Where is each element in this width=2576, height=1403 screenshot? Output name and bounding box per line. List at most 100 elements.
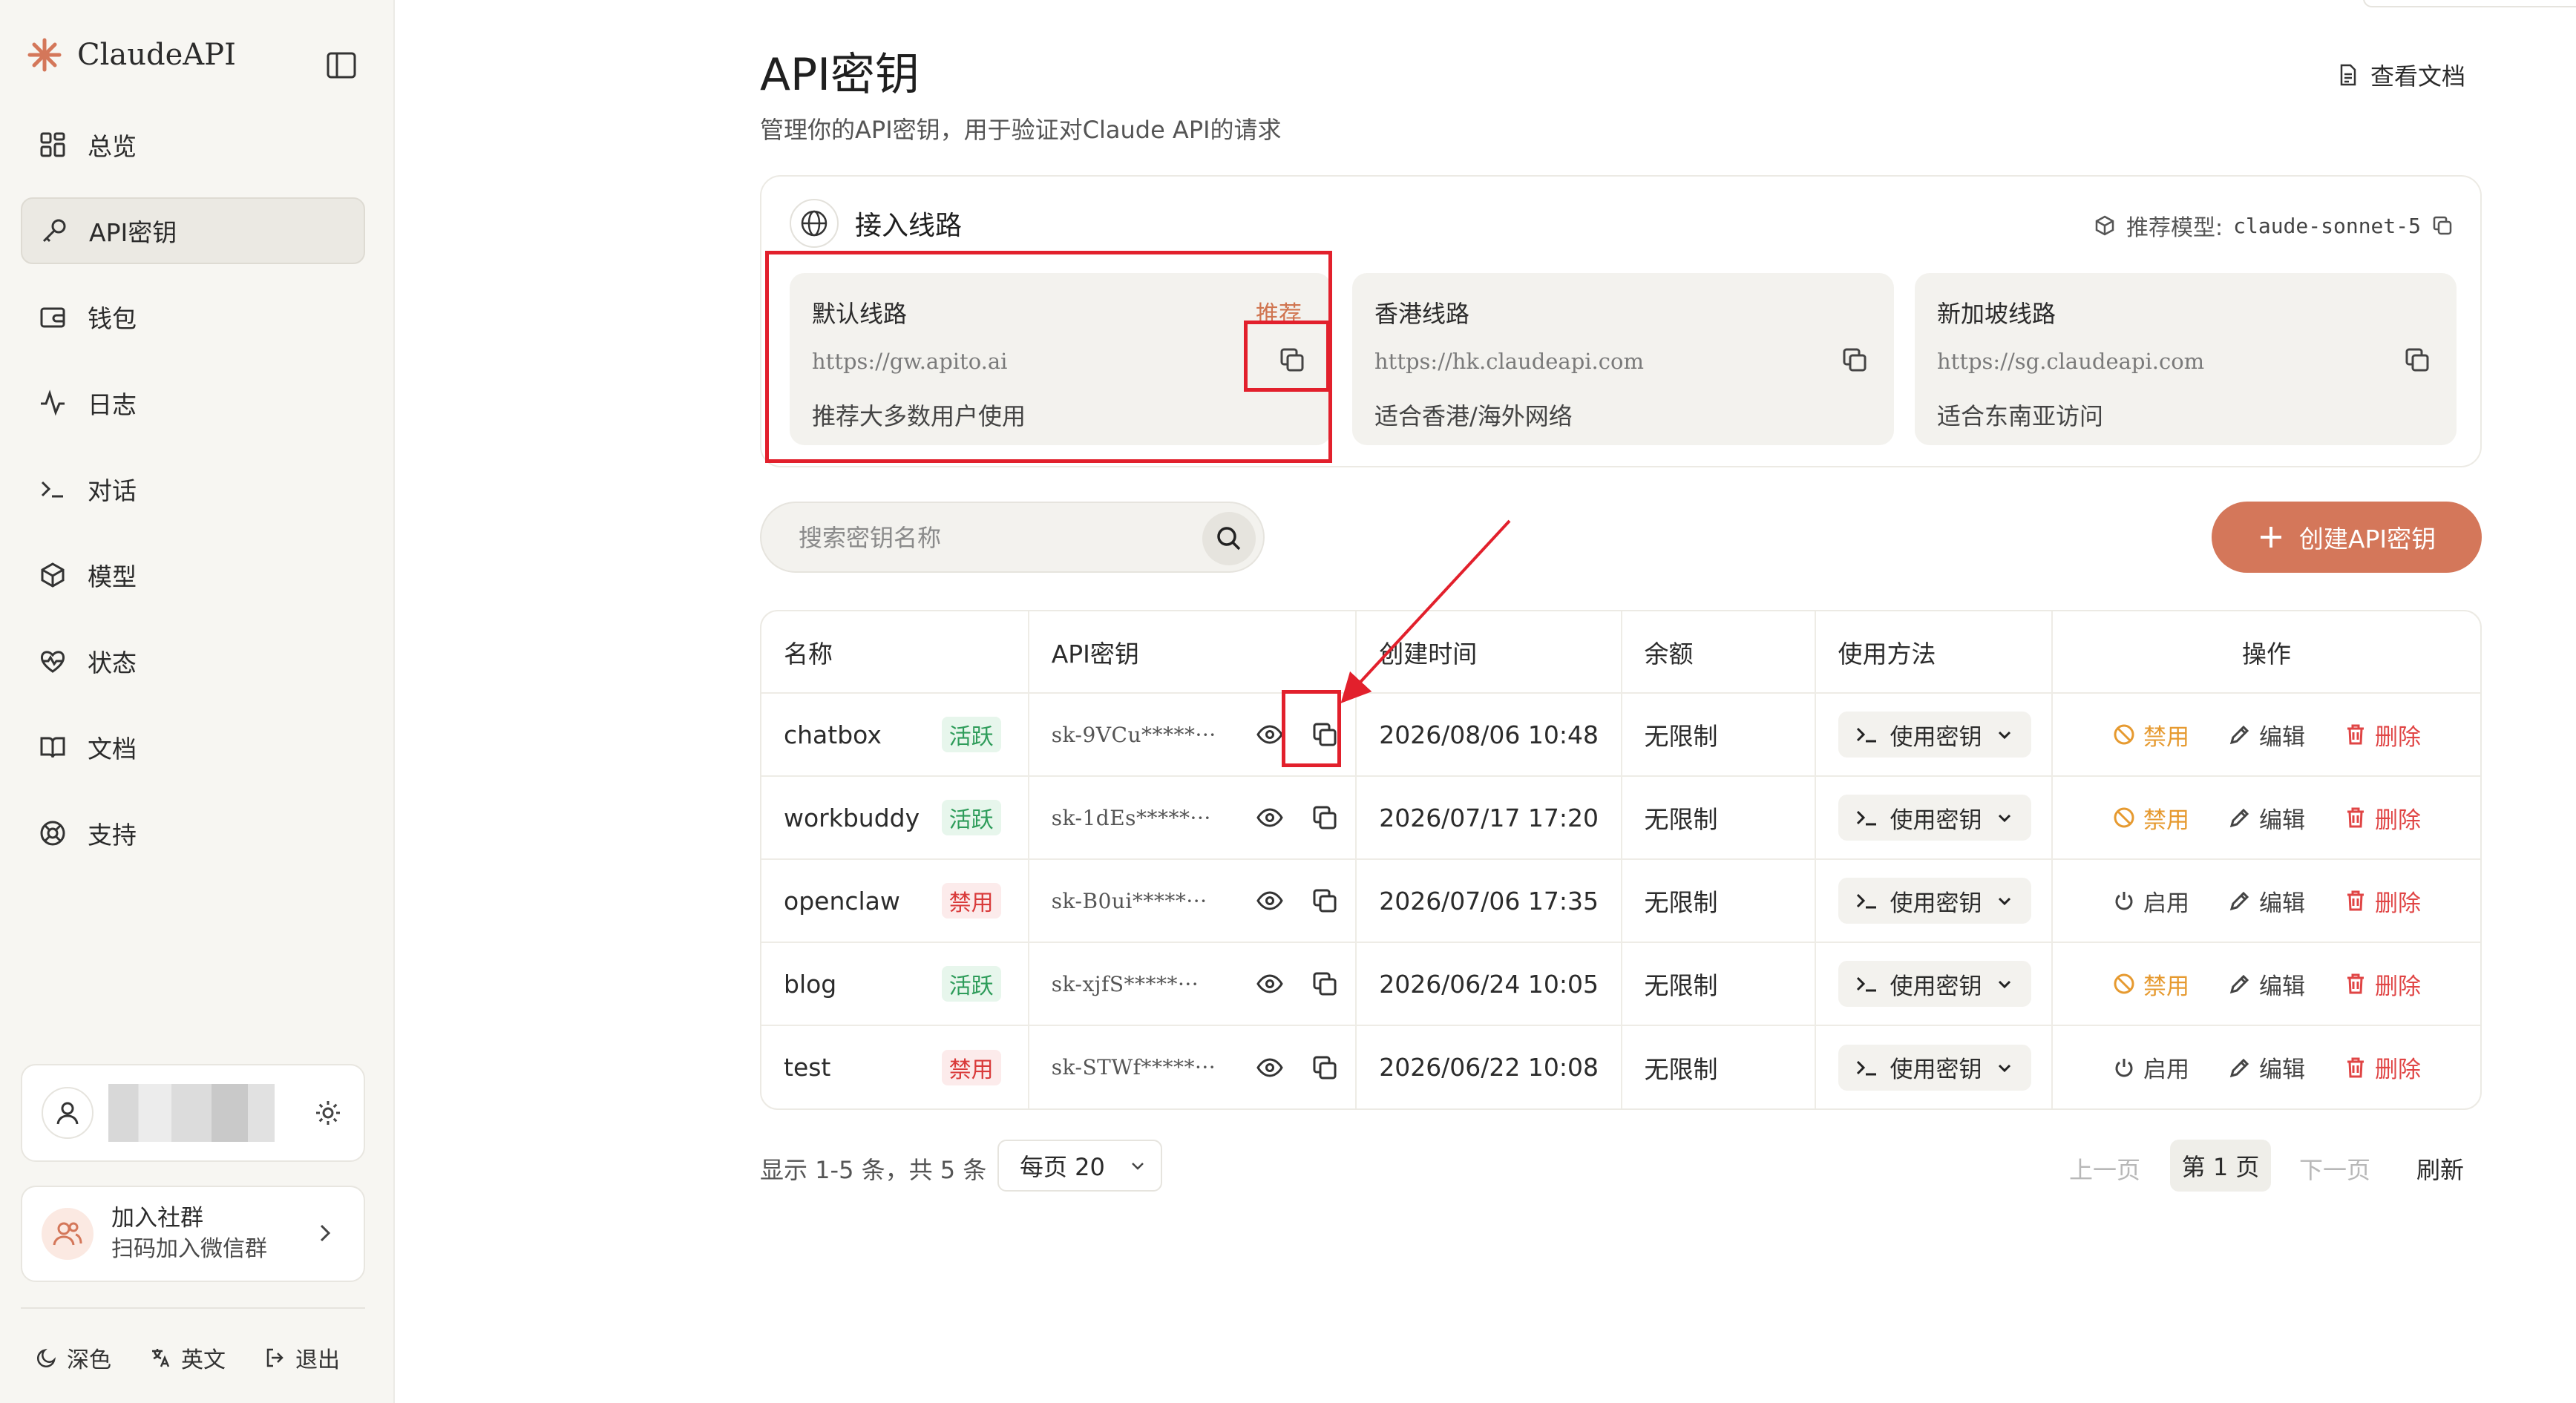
sidebar-toggle-icon[interactable] <box>325 49 358 82</box>
edit-button[interactable]: 编辑 <box>2228 801 2305 835</box>
delete-button[interactable]: 删除 <box>2344 718 2421 752</box>
route-tile-sg[interactable]: 新加坡线路 https://sg.claudeapi.com 适合东南亚访问 <box>1915 273 2457 445</box>
sidebar-item-label: API密钥 <box>89 218 177 247</box>
delete-button[interactable]: 删除 <box>2344 801 2421 835</box>
search-box <box>760 502 1265 573</box>
copy-icon[interactable] <box>1311 970 1339 998</box>
language-toggle[interactable]: 英文 <box>150 1341 226 1374</box>
routes-title: 接入线路 <box>855 211 963 241</box>
edit-label: 编辑 <box>2258 1057 2305 1083</box>
table-row: chatbox 活跃 sk-9VCu*****··· 2026/08/06 10… <box>761 693 2480 777</box>
power-icon <box>2112 1056 2136 1080</box>
sidebar-item-api-keys[interactable]: API密钥 <box>21 197 365 264</box>
edit-button[interactable]: 编辑 <box>2228 884 2305 918</box>
copy-icon[interactable] <box>2403 346 2431 374</box>
next-page-button[interactable]: 下一页 <box>2299 1151 2370 1186</box>
user-card[interactable] <box>21 1064 365 1162</box>
delete-label: 删除 <box>2374 973 2421 1000</box>
use-key-dropdown[interactable]: 使用密钥 <box>1838 878 2031 924</box>
join-community-card[interactable]: 加入社群 扫码加入微信群 <box>21 1186 365 1282</box>
use-key-label: 使用密钥 <box>1890 973 1982 1000</box>
copy-icon[interactable] <box>1311 804 1339 832</box>
app-name: ClaudeAPI <box>77 38 236 72</box>
sidebar-item-support[interactable]: 支持 <box>21 800 365 867</box>
eye-icon[interactable] <box>1256 970 1284 998</box>
sidebar-item-wallet[interactable]: 钱包 <box>21 283 365 350</box>
cell-actions: 启用 编辑 删除 <box>2051 859 2480 943</box>
disable-button[interactable]: 禁用 <box>2112 718 2189 752</box>
table-row: blog 活跃 sk-xjfS*****··· 2026/06/24 10:05… <box>761 942 2480 1026</box>
copy-icon[interactable] <box>1311 887 1339 915</box>
cell-key: sk-B0ui*****··· <box>1028 859 1357 943</box>
use-key-label: 使用密钥 <box>1890 890 1982 917</box>
logout-button[interactable]: 退出 <box>264 1341 340 1374</box>
cell-actions: 启用 编辑 删除 <box>2052 1025 2480 1108</box>
cell-actions: 禁用 编辑 删除 <box>2051 942 2480 1026</box>
cell-created: 2026/08/06 10:48 <box>1356 693 1622 777</box>
copy-icon[interactable] <box>1311 1054 1339 1082</box>
copy-icon[interactable] <box>1841 346 1869 374</box>
search-input[interactable] <box>799 519 1184 556</box>
delete-button[interactable]: 删除 <box>2344 884 2421 918</box>
sidebar-item-docs[interactable]: 文档 <box>21 714 365 781</box>
app-logo[interactable]: ClaudeAPI <box>27 37 236 73</box>
copy-icon[interactable] <box>1278 346 1306 374</box>
page-size-select[interactable]: 每页 20 <box>997 1140 1162 1192</box>
sidebar-item-logs[interactable]: 日志 <box>21 369 365 436</box>
edit-button[interactable]: 编辑 <box>2228 718 2305 752</box>
create-api-key-button[interactable]: 创建API密钥 <box>2212 502 2482 573</box>
use-key-dropdown[interactable]: 使用密钥 <box>1838 1044 2031 1091</box>
enable-button[interactable]: 启用 <box>2112 884 2189 918</box>
enable-button[interactable]: 启用 <box>2112 1051 2189 1084</box>
theme-toggle[interactable]: 深色 <box>36 1341 111 1374</box>
ban-icon <box>2112 723 2136 746</box>
refresh-button[interactable]: 刷新 <box>2416 1151 2464 1186</box>
route-tile-default[interactable]: 默认线路 推荐 https://gw.apito.ai 推荐大多数用户使用 <box>790 273 1331 445</box>
sidebar-item-status[interactable]: 状态 <box>21 628 365 694</box>
translate-icon <box>150 1347 172 1369</box>
masked-api-key: sk-B0ui*****··· <box>1051 888 1207 913</box>
sidebar-item-chat[interactable]: 对话 <box>21 456 365 522</box>
eye-icon[interactable] <box>1256 720 1284 749</box>
delete-button[interactable]: 删除 <box>2344 1051 2421 1084</box>
route-tile-hk[interactable]: 香港线路 https://hk.claudeapi.com 适合香港/海外网络 <box>1352 273 1894 445</box>
sidebar-item-label: 钱包 <box>88 304 137 333</box>
cell-balance: 无限制 <box>1621 1025 1816 1108</box>
sidebar-item-overview[interactable]: 总览 <box>21 111 365 178</box>
terminal-icon <box>1855 1056 1878 1080</box>
cell-usage: 使用密钥 <box>1815 776 2053 860</box>
cell-name: openclaw 禁用 <box>761 859 1029 943</box>
copy-icon[interactable] <box>1311 720 1339 749</box>
prev-page-button[interactable]: 上一页 <box>2069 1151 2140 1186</box>
table-header-row: 名称 API密钥 创建时间 余额 使用方法 操作 <box>761 611 2480 694</box>
use-key-dropdown[interactable]: 使用密钥 <box>1838 712 2031 758</box>
sidebar-item-models[interactable]: 模型 <box>21 542 365 608</box>
edit-button[interactable]: 编辑 <box>2228 1051 2305 1084</box>
use-key-label: 使用密钥 <box>1890 723 1982 751</box>
trash-icon <box>2344 972 2367 996</box>
edit-button[interactable]: 编辑 <box>2228 967 2305 1001</box>
use-key-dropdown[interactable]: 使用密钥 <box>1838 961 2031 1007</box>
copy-icon[interactable] <box>2431 214 2454 237</box>
page-subtitle: 管理你的API密钥，用于验证对Claude API的请求 <box>760 116 1282 144</box>
view-docs-button[interactable]: 查看文档 <box>2336 58 2465 92</box>
eye-icon[interactable] <box>1256 887 1284 915</box>
cell-key: sk-9VCu*****··· <box>1028 693 1357 777</box>
sidebar-item-label: 支持 <box>88 821 137 850</box>
delete-button[interactable]: 删除 <box>2344 967 2421 1001</box>
search-button[interactable] <box>1202 512 1256 565</box>
eye-icon[interactable] <box>1256 1054 1284 1082</box>
gear-icon[interactable] <box>313 1098 343 1128</box>
main-content: API密钥 管理你的API密钥，用于验证对Claude API的请求 查看文档 … <box>395 0 2576 1403</box>
status-badge: 活跃 <box>941 966 1001 1002</box>
table-row: openclaw 禁用 sk-B0ui*****··· 2026/07/06 1… <box>761 859 2480 943</box>
eye-icon[interactable] <box>1256 804 1284 832</box>
key-name: test <box>784 1053 831 1082</box>
cell-key: sk-STWf*****··· <box>1028 1025 1357 1108</box>
recommend-label: 推荐模型: <box>2126 215 2223 241</box>
disable-button[interactable]: 禁用 <box>2112 967 2189 1001</box>
disable-button[interactable]: 禁用 <box>2112 801 2189 835</box>
use-key-dropdown[interactable]: 使用密钥 <box>1838 795 2031 841</box>
chevron-down-icon <box>1994 973 2015 994</box>
route-url: https://sg.claudeapi.com <box>1937 349 2205 374</box>
